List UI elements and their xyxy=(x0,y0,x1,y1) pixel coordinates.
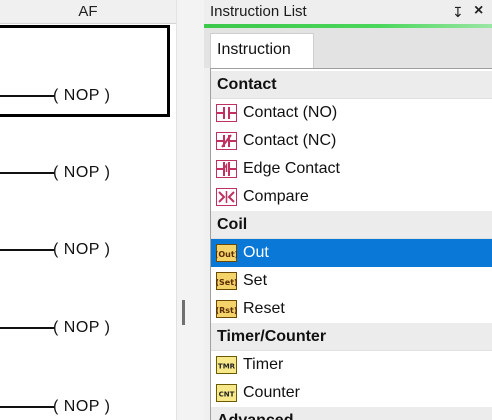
category-label: Coil xyxy=(217,216,248,233)
svg-text:CNT: CNT xyxy=(219,391,235,399)
category-label: Timer/Counter xyxy=(217,328,327,345)
svg-text:TMR: TMR xyxy=(218,363,236,371)
panel-title: Instruction List xyxy=(210,3,307,20)
category-advanced[interactable]: Advanced xyxy=(211,407,492,420)
instruction-item-set[interactable]: (Set) Set xyxy=(211,267,492,295)
edge-contact-icon xyxy=(216,160,237,178)
instruction-item-reset[interactable]: (Rst) Reset xyxy=(211,295,492,323)
instruction-label: Timer xyxy=(243,356,284,373)
ladder-rung[interactable]: ( NOP ) xyxy=(0,84,176,108)
svg-text:(Set): (Set) xyxy=(216,278,237,287)
category-label: Advanced xyxy=(217,407,293,420)
tab-strip: Instruction xyxy=(204,28,492,68)
instruction-label: Edge Contact xyxy=(243,160,340,177)
nop-coil[interactable]: ( NOP ) xyxy=(53,316,110,340)
splitter-handle[interactable] xyxy=(182,300,185,325)
instruction-item-edge-contact[interactable]: Edge Contact xyxy=(211,155,492,183)
instruction-item-contact-nc[interactable]: Contact (NC) xyxy=(211,127,492,155)
tab-instruction[interactable]: Instruction xyxy=(210,33,314,68)
instruction-label: Out xyxy=(243,244,269,261)
nop-coil[interactable]: ( NOP ) xyxy=(53,395,110,419)
counter-icon: CNT xyxy=(216,384,237,402)
contact-nc-icon xyxy=(216,132,237,150)
out-coil-icon: (Out) xyxy=(216,244,237,262)
category-contact[interactable]: Contact xyxy=(211,71,492,99)
rung-wire xyxy=(0,95,54,97)
instruction-label: Counter xyxy=(243,384,300,401)
instruction-list-panel: Instruction List ↧ × Instruction Contact… xyxy=(204,0,492,420)
close-icon[interactable]: × xyxy=(474,0,483,22)
instruction-item-contact-no[interactable]: Contact (NO) xyxy=(211,99,492,127)
pin-icon[interactable]: ↧ xyxy=(452,1,464,23)
pane-gap xyxy=(176,0,204,420)
timer-icon: TMR xyxy=(216,356,237,374)
nop-coil[interactable]: ( NOP ) xyxy=(53,84,110,108)
instruction-item-timer[interactable]: TMR Timer xyxy=(211,351,492,379)
svg-text:(Out): (Out) xyxy=(216,250,237,259)
category-timer-counter[interactable]: Timer/Counter xyxy=(211,323,492,351)
instruction-label: Compare xyxy=(243,188,309,205)
category-label: Contact xyxy=(217,76,277,93)
rung-wire xyxy=(0,327,54,329)
instruction-label: Set xyxy=(243,272,268,289)
rung-wire xyxy=(0,249,54,251)
instruction-item-compare[interactable]: Compare xyxy=(211,183,492,211)
category-coil[interactable]: Coil xyxy=(211,211,492,239)
ladder-rung[interactable]: ( NOP ) xyxy=(0,395,176,419)
ladder-editor[interactable]: AF ( NOP ) ( NOP ) ( NOP ) ( NOP ) ( NOP… xyxy=(0,0,176,420)
instruction-item-out[interactable]: (Out) Out xyxy=(211,239,492,267)
nop-coil[interactable]: ( NOP ) xyxy=(53,161,110,185)
nop-coil[interactable]: ( NOP ) xyxy=(53,238,110,262)
set-coil-icon: (Set) xyxy=(216,272,237,290)
instruction-label: Contact (NO) xyxy=(243,104,338,121)
ladder-rung[interactable]: ( NOP ) xyxy=(0,238,176,262)
instruction-label: Reset xyxy=(243,300,285,317)
compare-icon xyxy=(216,188,237,206)
panel-titlebar: Instruction List ↧ × xyxy=(204,0,492,26)
ladder-rung[interactable]: ( NOP ) xyxy=(0,316,176,340)
rung-wire xyxy=(0,172,54,174)
instruction-item-counter[interactable]: CNT Counter xyxy=(211,379,492,407)
instruction-label: Contact (NC) xyxy=(243,132,337,149)
ladder-rung[interactable]: ( NOP ) xyxy=(0,161,176,185)
reset-coil-icon: (Rst) xyxy=(216,300,237,318)
column-header: AF xyxy=(0,0,176,24)
instruction-tree[interactable]: Contact Contact (NO) Contact (NC) Edge Cont… xyxy=(210,68,492,420)
rung-wire xyxy=(0,406,54,408)
svg-text:(Rst): (Rst) xyxy=(216,306,237,315)
contact-no-icon xyxy=(216,104,237,122)
